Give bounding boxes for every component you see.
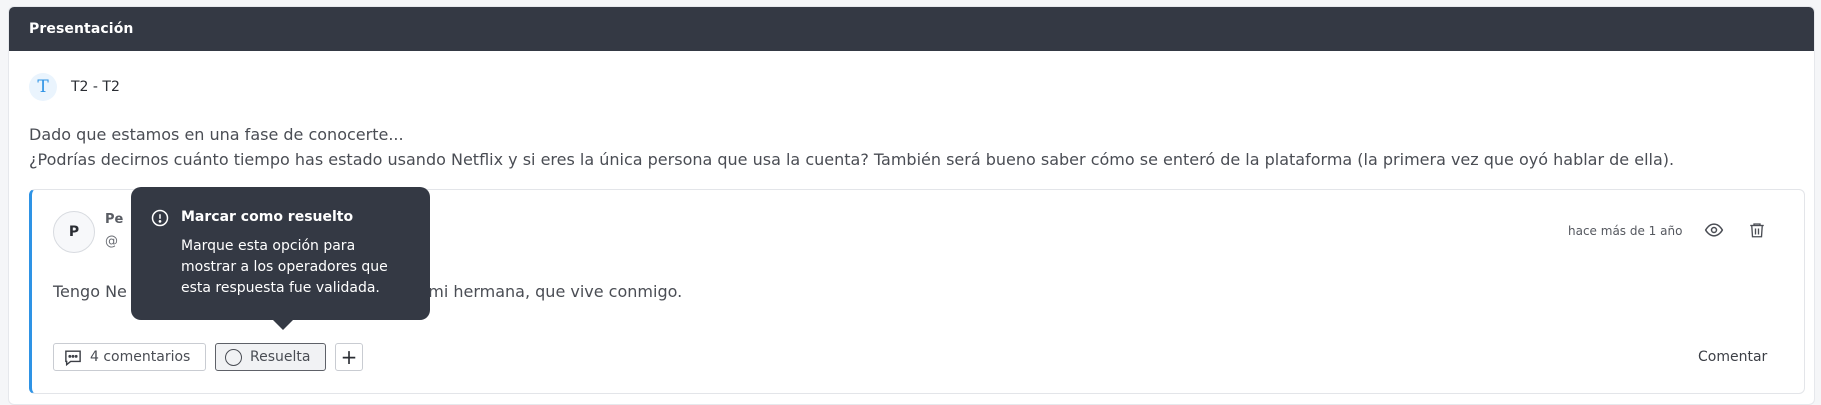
author-handle: @ <box>105 234 118 249</box>
eye-icon[interactable] <box>1702 218 1726 242</box>
answer-text-start: Tengo Ne <box>53 282 127 301</box>
panel-header: Presentación <box>9 7 1814 51</box>
resolved-toggle-button[interactable]: Resuelta <box>215 343 326 371</box>
comments-button-label: 4 comentarios <box>90 349 191 365</box>
text-type-icon: T <box>29 73 57 101</box>
unchecked-circle-icon <box>225 348 242 366</box>
comments-button[interactable]: 4 comentarios <box>53 343 206 371</box>
tooltip-title: Marcar como resuelto <box>181 209 354 225</box>
chat-bubble-icon <box>65 349 81 366</box>
avatar: P <box>53 211 95 253</box>
answer-timestamp: hace más de 1 año <box>1568 224 1683 238</box>
comment-link[interactable]: Comentar <box>1698 349 1767 365</box>
alert-circle-icon <box>151 209 169 227</box>
presentation-panel: Presentación T T2 - T2 Dado que estamos … <box>8 6 1815 405</box>
question-text: Dado que estamos en una fase de conocert… <box>29 122 1789 172</box>
resolved-button-label: Resuelta <box>250 349 311 365</box>
topic-row: T T2 - T2 <box>29 73 120 101</box>
panel-title: Presentación <box>29 21 134 37</box>
text-type-glyph: T <box>37 77 49 97</box>
add-button[interactable]: + <box>335 343 363 371</box>
question-line-1: Dado que estamos en una fase de conocert… <box>29 125 404 144</box>
trash-icon[interactable] <box>1745 218 1769 242</box>
tooltip-body: Marque esta opción para mostrar a los op… <box>181 238 388 296</box>
author-name: Pe <box>105 212 124 227</box>
avatar-initial: P <box>68 224 80 240</box>
question-line-2: ¿Podrías decirnos cuánto tiempo has esta… <box>29 150 1675 169</box>
topic-label: T2 - T2 <box>71 79 120 95</box>
tooltip-arrow <box>271 318 295 330</box>
resolved-tooltip: Marcar como resuelto Marque esta opción … <box>131 187 430 330</box>
plus-icon: + <box>340 345 358 369</box>
